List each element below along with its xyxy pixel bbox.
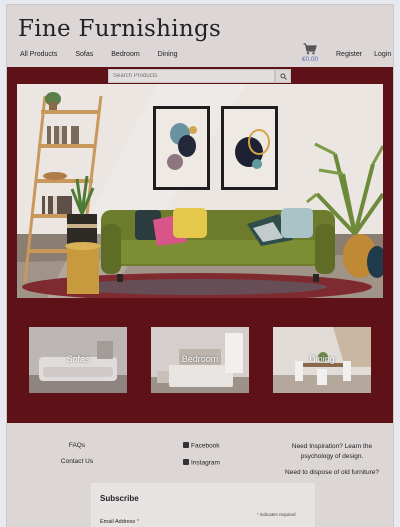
email-label-text: Email Address bbox=[100, 519, 136, 525]
site-title[interactable]: Fine Furnishings bbox=[18, 16, 221, 42]
instagram-icon bbox=[183, 458, 189, 465]
category-label-dining: Dining bbox=[309, 354, 335, 364]
cart-total: €0.00 bbox=[301, 56, 319, 63]
required-note-text: indicates required bbox=[260, 512, 296, 517]
cart-link[interactable]: €0.00 bbox=[299, 43, 321, 63]
inspiration-link[interactable]: Need Inspiration? Learn the psychology o… bbox=[277, 442, 387, 462]
category-label-bedroom: Bedroom bbox=[181, 354, 219, 364]
nav-item-sofas[interactable]: Sofas bbox=[75, 51, 93, 58]
footer-social-links: Facebook Instagram bbox=[183, 442, 220, 475]
login-link[interactable]: Login bbox=[374, 51, 391, 58]
nav-item-bedroom[interactable]: Bedroom bbox=[111, 51, 139, 58]
footer-help-links: FAQs Contact Us bbox=[7, 442, 147, 474]
search-form bbox=[108, 69, 293, 83]
facebook-icon bbox=[183, 442, 189, 448]
nav-item-dining[interactable]: Dining bbox=[158, 51, 178, 58]
email-required-marker: * bbox=[136, 519, 139, 525]
required-note: * indicates required bbox=[257, 512, 296, 517]
category-tile-bedroom[interactable]: Bedroom bbox=[151, 327, 249, 393]
search-button[interactable] bbox=[275, 69, 291, 83]
category-label-sofas: Sofas bbox=[66, 354, 90, 364]
page-frame: Fine Furnishings All Products Sofas Bedr… bbox=[6, 4, 394, 527]
required-marker: * bbox=[257, 512, 259, 517]
search-icon bbox=[279, 72, 287, 80]
email-label: Email Address * bbox=[100, 519, 139, 525]
category-tile-dining[interactable]: Dining bbox=[273, 327, 371, 393]
register-link[interactable]: Register bbox=[336, 51, 362, 58]
nav-item-all-products[interactable]: All Products bbox=[20, 51, 57, 58]
instagram-label: Instagram bbox=[191, 459, 220, 466]
subscribe-form: Subscribe * indicates required Email Add… bbox=[91, 483, 315, 527]
faqs-link[interactable]: FAQs bbox=[7, 442, 147, 449]
dispose-link[interactable]: Need to dispose of old furniture? bbox=[277, 468, 387, 478]
subscribe-title: Subscribe bbox=[100, 494, 139, 503]
account-links: Register Login bbox=[336, 51, 391, 58]
hero-image bbox=[17, 84, 383, 298]
footer-info-links: Need Inspiration? Learn the psychology o… bbox=[277, 442, 387, 487]
site-footer: FAQs Contact Us Facebook Instagram Need … bbox=[7, 423, 393, 527]
contact-link[interactable]: Contact Us bbox=[7, 458, 147, 465]
main-content: Sofas Bedroom bbox=[7, 67, 393, 423]
search-input[interactable] bbox=[108, 69, 275, 83]
category-tiles: Sofas Bedroom Dining bbox=[29, 327, 371, 393]
facebook-link[interactable]: Facebook bbox=[183, 442, 220, 450]
facebook-label: Facebook bbox=[191, 442, 220, 450]
category-tile-sofas[interactable]: Sofas bbox=[29, 327, 127, 393]
cart-icon bbox=[303, 43, 317, 55]
main-nav: All Products Sofas Bedroom Dining bbox=[20, 51, 196, 58]
instagram-link[interactable]: Instagram bbox=[183, 458, 220, 466]
